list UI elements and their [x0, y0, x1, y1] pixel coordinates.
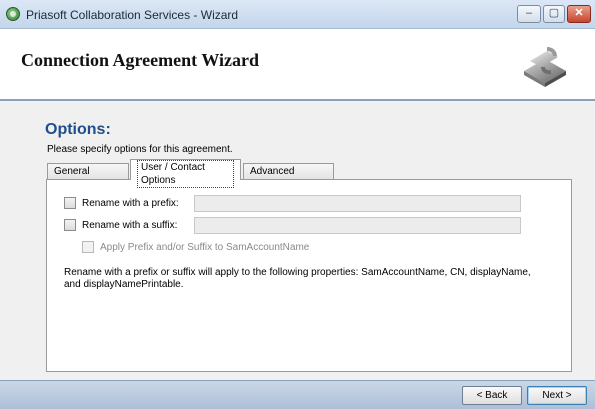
app-icon [6, 7, 20, 21]
prefix-checkbox[interactable] [64, 197, 76, 209]
section-title-text: Options [45, 121, 106, 138]
tab-general-options[interactable]: General Options [47, 163, 129, 193]
suffix-input[interactable] [194, 217, 521, 234]
tab-user-contact-options[interactable]: User / Contact Options [130, 159, 241, 188]
tab-user-contact-label: User / Contact Options [137, 160, 234, 188]
tab-panel-user-contact: Rename with a prefix: Rename with a suff… [46, 179, 572, 372]
tab-advanced-options[interactable]: Advanced Options [243, 163, 334, 193]
section-title-colon: : [105, 121, 111, 138]
wizard-header: Connection Agreement Wizard [0, 29, 595, 101]
back-button[interactable]: < Back [462, 386, 522, 405]
maximize-button[interactable]: ▢ [543, 5, 565, 23]
close-button[interactable]: ✕ [567, 5, 591, 23]
section-description: Please specify options for this agreemen… [47, 144, 233, 155]
minimize-button[interactable]: – [517, 5, 541, 23]
next-button[interactable]: Next > [527, 386, 587, 405]
apply-samaccountname-option: Apply Prefix and/or Suffix to SamAccount… [82, 241, 309, 253]
prefix-input[interactable] [194, 195, 521, 212]
wizard-title: Connection Agreement Wizard [21, 50, 259, 70]
window-title: Priasoft Collaboration Services - Wizard [26, 8, 239, 22]
section-title: Options: [45, 121, 111, 139]
wizard-content: Options: Please specify options for this… [0, 101, 595, 380]
suffix-checkbox[interactable] [64, 219, 76, 231]
prefix-option: Rename with a prefix: [64, 197, 179, 209]
suffix-option: Rename with a suffix: [64, 219, 177, 231]
apply-samaccountname-checkbox[interactable] [82, 241, 94, 253]
apply-samaccountname-label: Apply Prefix and/or Suffix to SamAccount… [100, 241, 310, 253]
wizard-footer: < Back Next > [0, 380, 595, 409]
priasoft-logo-icon [524, 47, 566, 87]
prefix-label: Rename with a prefix: [82, 197, 179, 209]
suffix-label: Rename with a suffix: [82, 219, 178, 231]
rename-note: Rename with a prefix or suffix will appl… [64, 267, 531, 290]
title-bar: Priasoft Collaboration Services - Wizard… [0, 0, 595, 29]
